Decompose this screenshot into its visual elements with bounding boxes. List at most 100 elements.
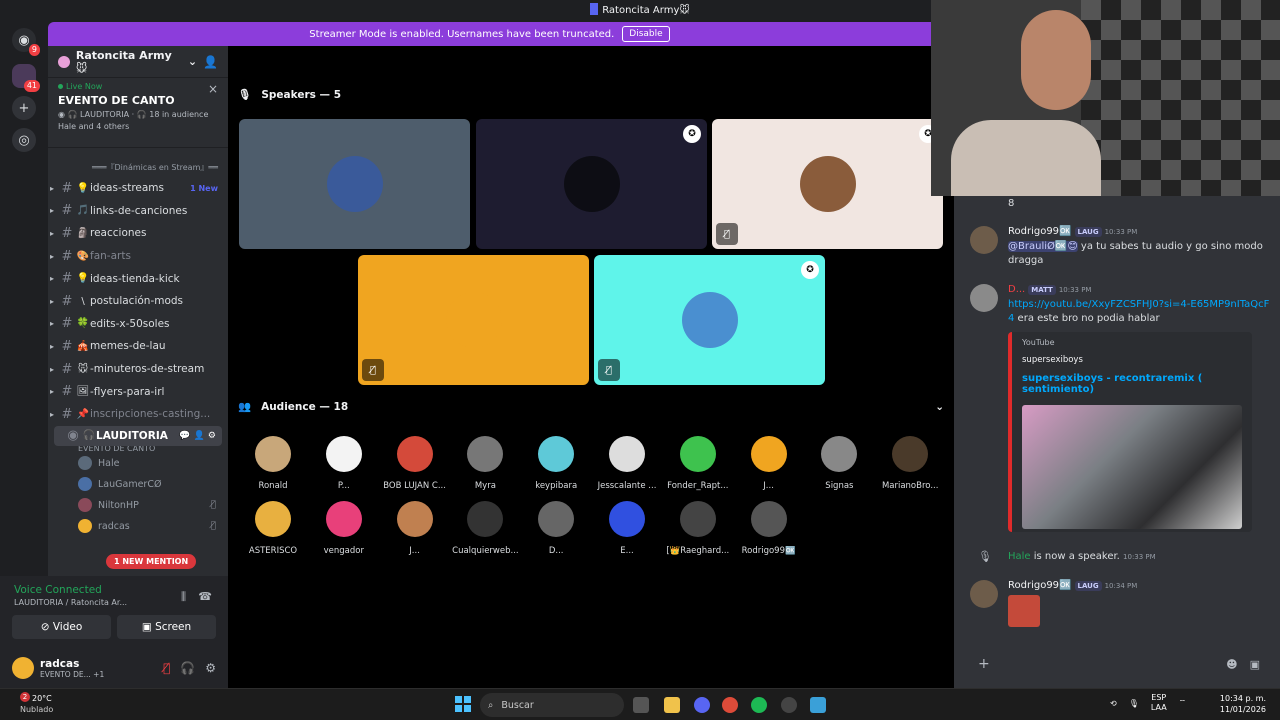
youtube-embed[interactable]: YouTube supersexiboys supersexiboys - re… (1008, 332, 1252, 532)
add-server-button[interactable]: + (12, 96, 36, 120)
system-user[interactable]: Hale (1008, 551, 1031, 562)
avatar[interactable] (970, 226, 998, 254)
channel-item[interactable]: ▸ # 🖼 -flyers-para-irl (48, 380, 228, 403)
server-ratoncita[interactable]: 41 (12, 64, 40, 92)
audience-member[interactable]: ASTERISCO (238, 501, 308, 556)
network-icon[interactable]: ⟲ (1110, 699, 1117, 708)
channel-item[interactable]: ▸ # 💡 ideas-streams 1 New (48, 177, 228, 200)
embed-title[interactable]: supersexiboys - recontraremix ( sentimie… (1022, 373, 1242, 395)
audience-member[interactable]: Rodrigo99🆗 (734, 501, 804, 556)
new-mention-pill[interactable]: 1 NEW MENTION (106, 554, 197, 569)
sticker-icon[interactable]: ▣ (1250, 658, 1260, 671)
audience-member[interactable]: J... (380, 501, 450, 556)
audience-member[interactable]: vengador (309, 501, 379, 556)
user-mention[interactable]: @BrauliØ🆗😊 (1008, 241, 1078, 252)
server-header[interactable]: Ratoncita Army🐭 ⌄ 👤 (48, 46, 228, 78)
voice-member[interactable]: radcas 🎙̸ (48, 516, 228, 537)
video-button[interactable]: ⊘ Video (12, 615, 111, 639)
clock[interactable]: 10:34 p. m. 11/01/2026 (1220, 693, 1266, 715)
live-event-card[interactable]: Live Now EVENTO DE CANTO ◉ 🎧 LAUDITORIA … (48, 78, 228, 148)
speaker-tile[interactable]: ✪ 🎙̸ (712, 119, 943, 249)
chat-message[interactable]: Rodrigo99🆗 LAUG 10:33 PM @BrauliØ🆗😊 ya tu … (970, 226, 1270, 268)
channel-item[interactable]: ▸ # 🎵 links-de-canciones (48, 200, 228, 223)
channel-item[interactable]: ▸ # 💡 ideas-tienda-kick (48, 267, 228, 290)
noise-suppression-icon[interactable]: ⫼ (181, 590, 186, 604)
audience-member[interactable]: E... (592, 501, 662, 556)
audience-member[interactable]: MarianoBro... (875, 436, 945, 491)
invite-icon[interactable]: 👤 (203, 55, 218, 69)
message-author[interactable]: Rodrigo99🆗 (1008, 226, 1072, 237)
avatar (467, 436, 504, 472)
language-indicator[interactable]: ESP LAA (1151, 693, 1167, 713)
channel-item[interactable]: ▸ # 🎪 memes-de-lau (48, 335, 228, 358)
obs-icon[interactable] (781, 697, 797, 713)
windows-start-icon[interactable] (455, 696, 471, 712)
channel-item[interactable]: ▸ # 📌 inscripciones-casting... (48, 403, 228, 426)
sticker-image[interactable] (1008, 595, 1040, 627)
weather-widget[interactable]: 2 20°C Nublado (14, 692, 53, 715)
audience-member[interactable]: Ronald (238, 436, 308, 491)
wifi-icon[interactable]: ⌔ (1179, 698, 1187, 708)
channel-item[interactable]: ▸ # 🐭 -minuteros-de-stream (48, 358, 228, 381)
spotify-icon[interactable] (751, 697, 767, 713)
plus-icon[interactable]: + (978, 656, 990, 672)
voice-channel-lauditoria[interactable]: ◉ 🎧 LAUDITORIA 💬 👤 ⚙ (54, 425, 222, 446)
voice-member[interactable]: Hale (48, 453, 228, 474)
channel-item[interactable]: ▸ # 🗿 reacciones (48, 222, 228, 245)
chevron-down-icon[interactable]: ⌄ (935, 401, 944, 413)
discord-icon: ◉ (18, 32, 30, 48)
audience-member[interactable]: Cualquierweb... (450, 501, 520, 556)
chat-message[interactable]: Rodrigo99🆗 LAUG 10:34 PM (970, 580, 1270, 627)
embed-author[interactable]: supersexiboys (1022, 355, 1242, 365)
emoji-icon[interactable]: ☻ (1226, 658, 1237, 671)
direct-messages-button[interactable]: ◉ 9 (12, 28, 40, 56)
mic-muted-icon[interactable]: 🎙̸ (163, 661, 170, 675)
avatar[interactable] (970, 580, 998, 608)
avatar[interactable] (970, 284, 998, 312)
discord-taskbar-icon[interactable] (694, 697, 710, 713)
taskbar-search[interactable]: ⌕ Buscar (480, 693, 624, 717)
chat-icon[interactable]: 💬 👤 ⚙ (179, 431, 216, 441)
message-author[interactable]: D... (1008, 284, 1025, 295)
text-channel-icon: # (61, 384, 73, 400)
video-thumbnail[interactable] (1022, 405, 1242, 529)
audience-member[interactable]: Myra (450, 436, 520, 491)
voice-member[interactable]: LauGamerCØ (48, 474, 228, 495)
chrome-icon[interactable] (722, 697, 738, 713)
message-input[interactable]: + ☻ ▣ (966, 648, 1272, 680)
task-view-icon[interactable] (633, 697, 649, 713)
channel-item[interactable]: ▸ # 🍀 edits-x-50soles (48, 313, 228, 336)
gear-icon[interactable]: ⚙ (205, 661, 216, 675)
audience-member[interactable]: Jesscalante ... (592, 436, 662, 491)
stage-icon: ◉ 🎧 (58, 110, 81, 119)
audience-member[interactable]: BOB LUJAN C... (380, 436, 450, 491)
audience-member[interactable]: D... (521, 501, 591, 556)
close-icon[interactable]: × (208, 82, 218, 96)
chat-message[interactable]: D... MATT 10:33 PM https://youtu.be/XxyFZC… (970, 284, 1270, 326)
speaker-tile[interactable]: 🎙̸ (358, 255, 589, 385)
audience-member[interactable]: keypibara (521, 436, 591, 491)
app-icon[interactable] (810, 697, 826, 713)
audience-member[interactable]: Fonder_Rapt... (663, 436, 733, 491)
headphones-icon[interactable]: 🎧 (180, 661, 195, 675)
audience-member[interactable]: [👑Raeghard... (663, 501, 733, 556)
microphone-icon[interactable]: 🎙 (1129, 699, 1139, 708)
discover-button[interactable]: ◎ (12, 128, 36, 152)
voice-member[interactable]: NiltonHP 🎙̸ (48, 495, 228, 516)
audience-member[interactable]: J... (734, 436, 804, 491)
category-header[interactable]: ═══『Dinámicas en Stream』══ (48, 148, 228, 177)
speaker-tile[interactable]: ✪ (476, 119, 707, 249)
channel-item[interactable]: ▸ # \ postulación-mods (48, 290, 228, 313)
speaker-tile[interactable]: ✪ 🎙̸ (594, 255, 825, 385)
speaker-tile[interactable] (239, 119, 470, 249)
disable-button[interactable]: Disable (622, 26, 670, 42)
message-author[interactable]: Rodrigo99🆗 (1008, 580, 1072, 591)
disconnect-icon[interactable]: ☎ (198, 590, 212, 603)
screen-button[interactable]: ▣ Screen (117, 615, 216, 639)
language-code: ESP (1151, 693, 1167, 702)
avatar[interactable] (12, 657, 34, 679)
audience-member[interactable]: P... (309, 436, 379, 491)
audience-member[interactable]: Signas (804, 436, 874, 491)
file-explorer-icon[interactable] (664, 697, 680, 713)
channel-item[interactable]: ▸ # 🎨 fan-arts (48, 245, 228, 268)
